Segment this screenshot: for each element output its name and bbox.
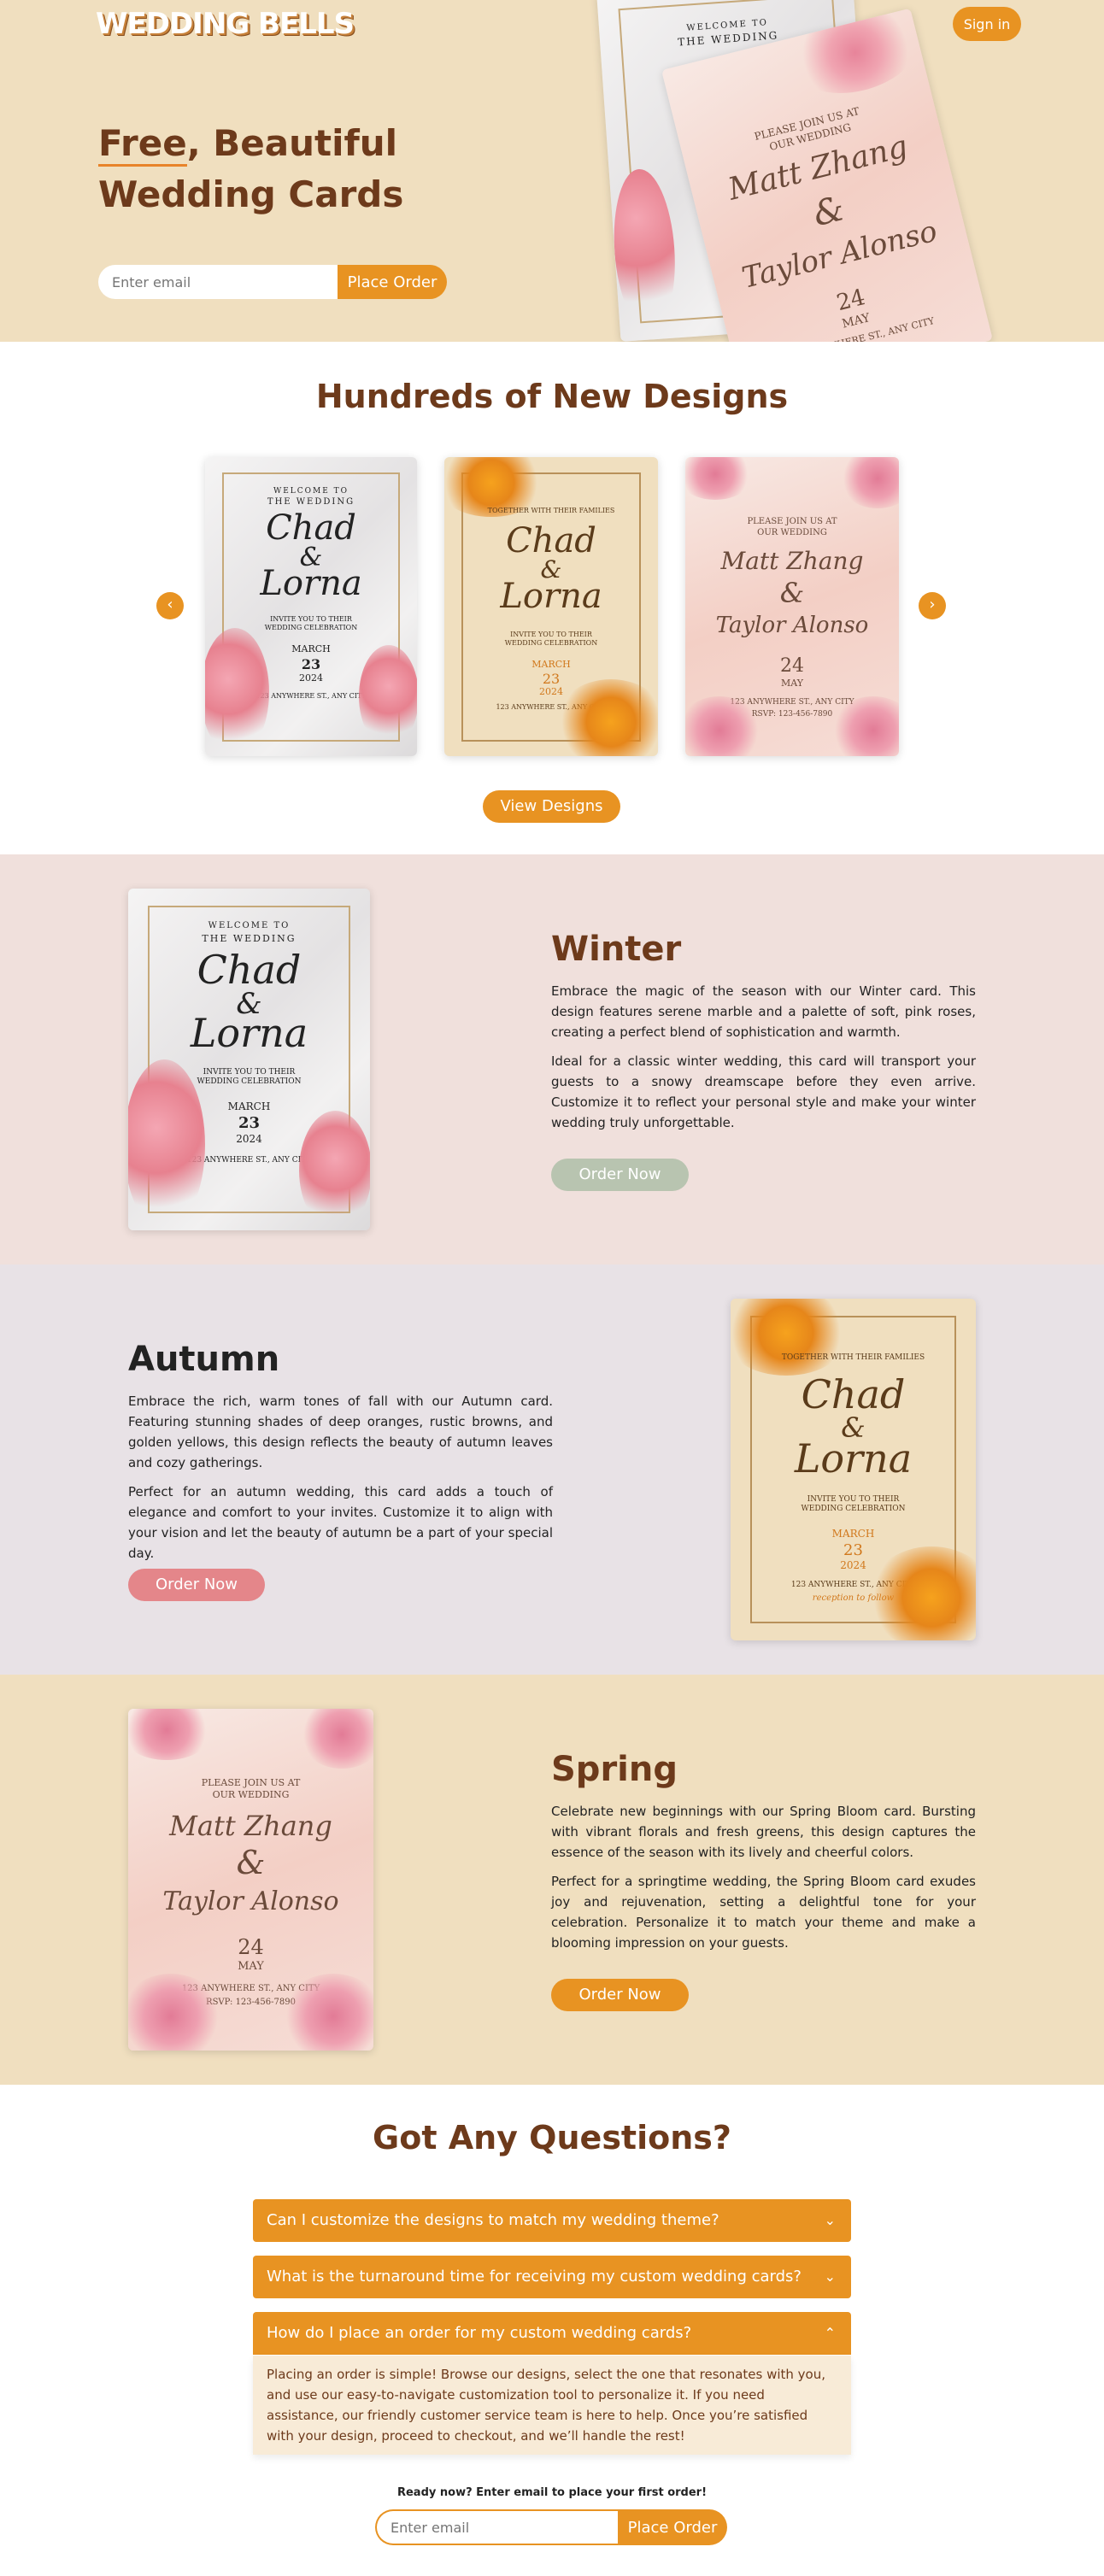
designs-title: Hundreds of New Designs	[315, 378, 789, 415]
card-month: MARCH	[531, 659, 571, 670]
spring-card-image: PLEASE JOIN US AT OUR WEDDING Matt Zhang…	[128, 1709, 373, 2051]
card-name-2: Taylor Alonso	[162, 1887, 339, 1916]
autumn-order-button[interactable]: Order Now	[128, 1569, 265, 1601]
bottom-place-order-button[interactable]: Place Order	[618, 2509, 727, 2545]
carousel-next-icon[interactable]: ›	[919, 592, 946, 619]
card-name-2: Taylor Alonso	[715, 613, 869, 638]
card-name-2: Lorna	[794, 1435, 913, 1482]
spring-paragraph-1: Celebrate new beginnings with our Spring…	[551, 1804, 976, 1860]
card-the-wedding: THE WEDDING	[267, 497, 355, 507]
winter-card-image: WELCOME TO THE WEDDING Chad & Lorna INVI…	[128, 889, 370, 1230]
winter-order-button[interactable]: Order Now	[551, 1159, 689, 1191]
hero-title-rest: , Beautiful	[186, 122, 398, 164]
spring-section: PLEASE JOIN US AT OUR WEDDING Matt Zhang…	[0, 1675, 1104, 2085]
chevron-up-icon: ⌃	[824, 2325, 836, 2341]
hero-place-order-button[interactable]: Place Order	[338, 265, 447, 299]
hero-section: WEDDING BELLS Sign in Free, Beautiful We…	[0, 0, 1104, 342]
bottom-email-input[interactable]	[375, 2509, 618, 2545]
card-name-2: Lorna	[260, 564, 362, 603]
flower-decoration	[685, 457, 754, 500]
logo[interactable]: WEDDING BELLS	[96, 7, 355, 41]
card-together: TOGETHER WITH THEIR FAMILIES	[487, 507, 615, 514]
card-name-1: Chad	[801, 1371, 906, 1417]
card-invite-1: INVITE YOU TO THEIR	[807, 1495, 900, 1504]
card-month: MAY	[238, 1960, 264, 1973]
hero-title-free: Free	[98, 122, 187, 167]
card-invite-1: INVITE YOU TO THEIR	[510, 631, 592, 638]
faq-question-1[interactable]: Can I customize the designs to match my …	[253, 2199, 851, 2242]
winter-section: WELCOME TO THE WEDDING Chad & Lorna INVI…	[0, 854, 1104, 1265]
autumn-card-image: TOGETHER WITH THEIR FAMILIES Chad & Lorn…	[731, 1299, 976, 1640]
card-welcome: WELCOME TO	[208, 921, 291, 930]
faq-question-3[interactable]: How do I place an order for my custom we…	[253, 2312, 851, 2355]
card-day: 24	[238, 1935, 264, 1959]
card-together: TOGETHER WITH THEIR FAMILIES	[781, 1353, 925, 1362]
card-name-2: Lorna	[500, 577, 602, 616]
spring-title: Spring	[551, 1750, 678, 1789]
carousel-card-autumn[interactable]: TOGETHER WITH THEIR FAMILIES Chad & Lorn…	[444, 457, 658, 756]
blossom-decoration	[299, 1111, 370, 1230]
flower-decoration	[299, 1709, 373, 1769]
faq-section: Got Any Questions? Can I customize the d…	[0, 2085, 1104, 2576]
hero-title: Free, Beautiful Wedding Cards	[98, 118, 403, 220]
card-name-1: Chad	[197, 947, 302, 993]
ready-text: Ready now? Enter email to place your fir…	[396, 2486, 708, 2499]
card-welcome: WELCOME TO	[273, 487, 349, 496]
card-invite-2: WEDDING CELEBRATION	[504, 639, 598, 647]
card-join-1: PLEASE JOIN US AT	[747, 517, 837, 526]
card-invite-1: INVITE YOU TO THEIR	[270, 615, 352, 623]
autumn-description: Embrace the rich, warm tones of fall wit…	[128, 1391, 553, 1572]
card-join-1: PLEASE JOIN US AT	[201, 1777, 301, 1788]
autumn-title: Autumn	[128, 1340, 280, 1379]
spring-order-button[interactable]: Order Now	[551, 1979, 689, 2011]
faq-question-text: What is the turnaround time for receivin…	[267, 2268, 802, 2286]
winter-paragraph-2: Ideal for a classic winter wedding, this…	[551, 1053, 976, 1130]
flower-decoration	[839, 457, 899, 508]
autumn-paragraph-1: Embrace the rich, warm tones of fall wit…	[128, 1394, 553, 1470]
card-day: 24	[780, 655, 804, 677]
card-month: MAY	[780, 678, 804, 689]
faq-title: Got Any Questions?	[373, 2119, 731, 2156]
carousel-card-spring[interactable]: PLEASE JOIN US AT OUR WEDDING Matt Zhang…	[685, 457, 899, 756]
card-join-2: OUR WEDDING	[757, 528, 827, 537]
faq-question-2[interactable]: What is the turnaround time for receivin…	[253, 2256, 851, 2298]
hero-email-input[interactable]	[98, 265, 338, 299]
card-amp: &	[236, 1844, 266, 1881]
faq-answer-3: Placing an order is simple! Browse our d…	[253, 2356, 851, 2455]
faq-question-text: Can I customize the designs to match my …	[267, 2211, 719, 2229]
view-designs-button[interactable]: View Designs	[483, 790, 620, 823]
card-name-1: Matt Zhang	[720, 547, 864, 575]
card-month: MARCH	[831, 1528, 875, 1540]
card-the-wedding: THE WEDDING	[202, 933, 297, 944]
card-name-2: Lorna	[190, 1010, 308, 1056]
card-invite-2: WEDDING CELEBRATION	[801, 1505, 906, 1513]
winter-title: Winter	[551, 930, 682, 969]
card-amp: &	[779, 577, 805, 609]
winter-paragraph-1: Embrace the magic of the season with our…	[551, 983, 976, 1040]
spring-description: Celebrate new beginnings with our Spring…	[551, 1801, 976, 1962]
designs-section: Hundreds of New Designs ‹ › WELCOME TO T…	[0, 342, 1104, 854]
spring-paragraph-2: Perfect for a springtime wedding, the Sp…	[551, 1874, 976, 1951]
winter-description: Embrace the magic of the season with our…	[551, 981, 976, 1141]
hero-title-line-2: Wedding Cards	[98, 173, 404, 215]
bottom-order-form: Place Order	[375, 2509, 727, 2545]
blossom-decoration	[359, 645, 417, 748]
chevron-down-icon: ⌄	[824, 2268, 836, 2285]
signin-button[interactable]: Sign in	[953, 7, 1021, 41]
autumn-section: Autumn Embrace the rich, warm tones of f…	[0, 1265, 1104, 1675]
card-join-2: OUR WEDDING	[212, 1789, 290, 1800]
faq-question-text: How do I place an order for my custom we…	[267, 2324, 692, 2342]
carousel-card-winter[interactable]: WELCOME TO THE WEDDING Chad & Lorna INVI…	[205, 457, 417, 756]
flower-decoration	[128, 1709, 214, 1760]
autumn-paragraph-2: Perfect for an autumn wedding, this card…	[128, 1484, 553, 1561]
hero-order-form: Place Order	[98, 265, 447, 299]
card-name-1: Matt Zhang	[169, 1810, 332, 1842]
carousel-prev-icon[interactable]: ‹	[156, 592, 184, 619]
chevron-down-icon: ⌄	[824, 2212, 836, 2228]
